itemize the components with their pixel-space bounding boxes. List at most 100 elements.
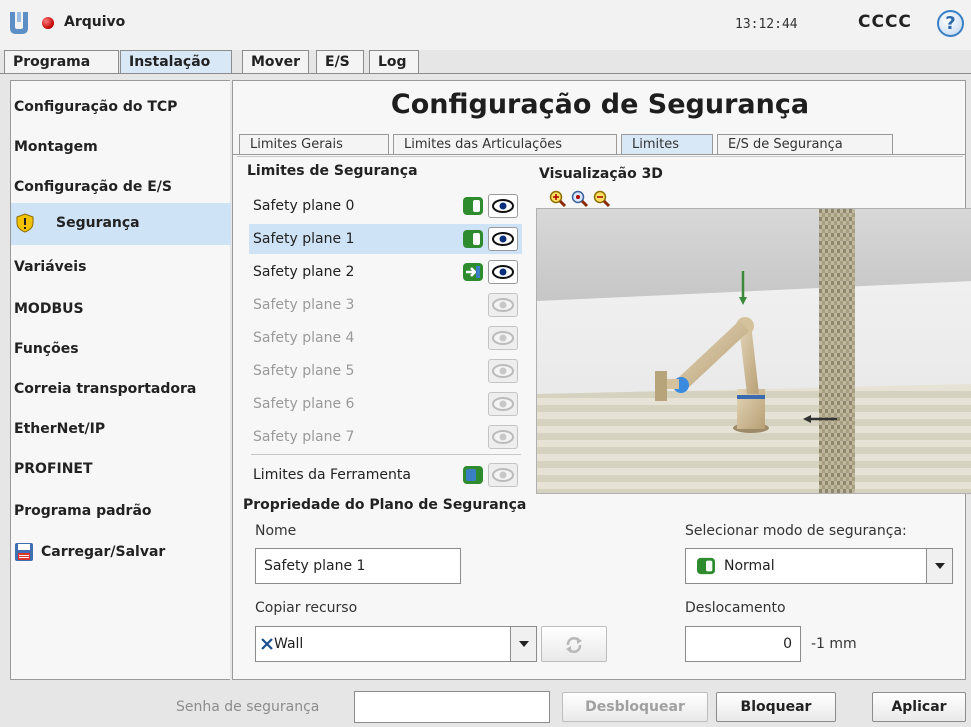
main-panel: Configuração de Segurança Limites Gerais… [232, 80, 971, 680]
viz-title: Visualização 3D [539, 166, 666, 182]
eye-icon[interactable] [488, 326, 518, 350]
eye-icon[interactable] [488, 392, 518, 416]
normal-mode-icon [463, 197, 483, 215]
plane-label: Safety plane 0 [253, 198, 355, 214]
tab-es[interactable]: E/S [316, 50, 364, 74]
sidebar-item-seguranca[interactable]: Segurança [11, 203, 231, 245]
apply-button[interactable]: Aplicar [872, 692, 966, 722]
sidebar-item-montagem[interactable]: Montagem [11, 127, 231, 167]
sidebar-item-modbus[interactable]: MODBUS [11, 289, 231, 329]
unlock-button[interactable]: Desbloquear [562, 692, 708, 722]
plane-row-7[interactable]: Safety plane 7 [249, 422, 522, 452]
tab-es-seguranca[interactable]: E/S de Segurança [717, 134, 893, 155]
refresh-icon [566, 637, 582, 653]
tool-limits-row[interactable]: Limites da Ferramenta [249, 460, 522, 490]
plane-label: Safety plane 1 [253, 231, 355, 247]
copy-feature-value: Wall [274, 636, 304, 652]
refresh-button[interactable] [541, 626, 607, 662]
copy-feature-select[interactable]: Wall [255, 626, 537, 662]
sidebar: Configuração do TCP Montagem Configuraçã… [10, 80, 231, 680]
offset-input[interactable]: 0 [685, 626, 801, 662]
sidebar-item-funcoes[interactable]: Funções [11, 329, 231, 369]
eye-icon[interactable] [488, 359, 518, 383]
safety-mode-label: Selecionar modo de segurança: [685, 523, 907, 539]
tab-log[interactable]: Log [369, 50, 419, 74]
file-menu[interactable]: Arquivo [64, 14, 125, 30]
footer: Senha de segurança Desbloquear Bloquear … [0, 683, 971, 727]
subtabs-divider [233, 154, 965, 155]
tabs-divider [0, 73, 971, 74]
sidebar-item-label: Programa padrão [14, 503, 152, 519]
sidebar-item-label: Segurança [56, 215, 140, 231]
sidebar-item-label: Variáveis [14, 259, 87, 275]
universal-robots-logo-icon [10, 12, 28, 34]
copy-feature-label: Copiar recurso [255, 600, 358, 616]
plane-row-0[interactable]: Safety plane 0 [249, 191, 522, 221]
tab-mover[interactable]: Mover [242, 50, 309, 74]
sidebar-item-correia[interactable]: Correia transportadora [11, 369, 231, 409]
eye-icon[interactable] [488, 463, 518, 487]
eye-icon[interactable] [488, 194, 518, 218]
sidebar-item-ethernetip[interactable]: EtherNet/IP [11, 409, 231, 449]
floppy-disk-icon [15, 543, 33, 561]
plane-label: Safety plane 2 [253, 264, 355, 280]
sidebar-item-label: Configuração do TCP [14, 99, 178, 115]
eye-icon[interactable] [488, 293, 518, 317]
plane-row-6[interactable]: Safety plane 6 [249, 389, 522, 419]
robot-name: CCCC [858, 12, 912, 32]
clock: 13:12:44 [735, 17, 798, 32]
plane-props-title: Propriedade do Plano de Segurança [243, 497, 527, 513]
sidebar-item-profinet[interactable]: PROFINET [11, 449, 231, 489]
chevron-down-icon[interactable] [926, 549, 952, 583]
sidebar-item-label: Correia transportadora [14, 381, 197, 397]
password-input[interactable] [354, 691, 550, 723]
plane-name-input[interactable]: Safety plane 1 [255, 548, 461, 584]
tool-limits-label: Limites da Ferramenta [253, 467, 411, 483]
top-bar: Arquivo 13:12:44 CCCC ? [0, 0, 971, 50]
tab-instalacao[interactable]: Instalação [120, 50, 232, 74]
lock-button[interactable]: Bloquear [716, 692, 836, 722]
sidebar-item-label: EtherNet/IP [14, 421, 106, 437]
tool-limits-mode-icon [463, 466, 483, 484]
sidebar-item-label: Montagem [14, 139, 98, 155]
name-label: Nome [255, 523, 297, 539]
safety-mode-value: Normal [724, 558, 775, 574]
password-label: Senha de segurança [176, 699, 320, 715]
zoom-reset-icon[interactable] [571, 190, 589, 208]
tab-limites-articulacoes[interactable]: Limites das Articulações [393, 134, 617, 155]
wall-feature-icon [261, 638, 273, 650]
sidebar-item-programa-padrao[interactable]: Programa padrão [11, 491, 231, 531]
viz-3d-view[interactable] [536, 208, 971, 494]
sidebar-item-carregar-salvar[interactable]: Carregar/Salvar [11, 532, 231, 572]
help-icon[interactable]: ? [937, 10, 964, 37]
sidebar-item-label: PROFINET [14, 461, 93, 477]
plane-row-5[interactable]: Safety plane 5 [249, 356, 522, 386]
trigger-mode-icon [463, 263, 483, 281]
sidebar-item-variaveis[interactable]: Variáveis [11, 247, 231, 287]
zoom-in-icon[interactable] [549, 190, 567, 208]
plane-row-4[interactable]: Safety plane 4 [249, 323, 522, 353]
plane-row-2[interactable]: Safety plane 2 [249, 257, 522, 287]
plane-row-3[interactable]: Safety plane 3 [249, 290, 522, 320]
tab-programa[interactable]: Programa [4, 50, 119, 74]
sidebar-item-label: Funções [14, 341, 79, 357]
eye-icon[interactable] [488, 227, 518, 251]
sidebar-item-tcp[interactable]: Configuração do TCP [11, 87, 231, 127]
plane-row-1[interactable]: Safety plane 1 [249, 224, 522, 254]
divider [251, 454, 521, 455]
status-indicator-icon [42, 17, 54, 29]
zoom-out-icon[interactable] [593, 190, 611, 208]
offset-label: Deslocamento [685, 600, 786, 616]
chevron-down-icon[interactable] [510, 627, 536, 661]
eye-icon[interactable] [488, 425, 518, 449]
plane-label: Safety plane 4 [253, 330, 355, 346]
normal-mode-icon [463, 230, 483, 248]
warning-shield-icon [16, 213, 34, 233]
page-title: Configuração de Segurança [390, 89, 810, 120]
safety-mode-select[interactable]: Normal [685, 548, 953, 584]
sidebar-item-es-config[interactable]: Configuração de E/S [11, 167, 231, 207]
tab-limites-gerais[interactable]: Limites Gerais [239, 134, 389, 155]
tab-limites[interactable]: Limites [621, 134, 713, 155]
eye-icon[interactable] [488, 260, 518, 284]
plane-label: Safety plane 7 [253, 429, 355, 445]
